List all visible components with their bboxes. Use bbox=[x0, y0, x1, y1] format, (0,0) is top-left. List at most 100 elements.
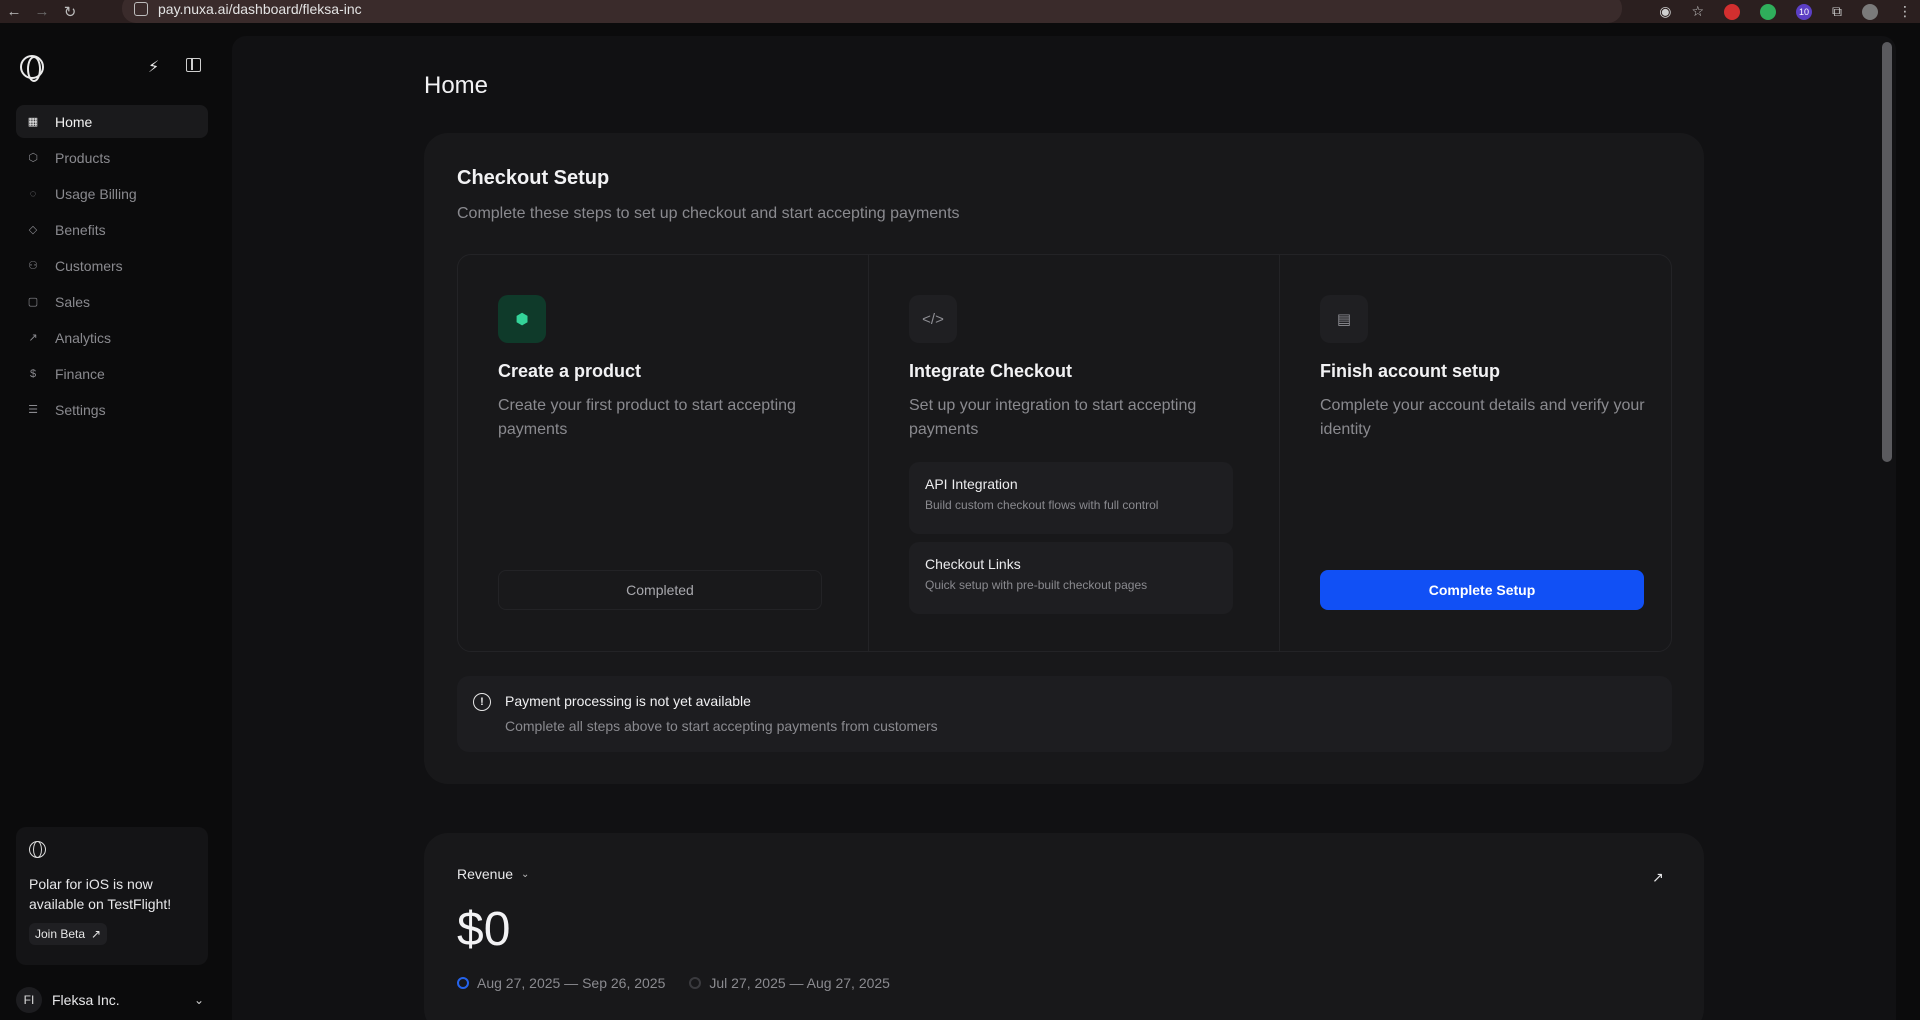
refresh-icon: ◌ bbox=[29, 187, 37, 200]
sidebar-item-label: Customers bbox=[55, 257, 123, 274]
sidebar-item-benefits[interactable]: ◇ Benefits bbox=[16, 213, 208, 246]
sidebar-item-customers[interactable]: ⚇ Customers bbox=[16, 249, 208, 282]
main-content: Home Checkout Setup Complete these steps… bbox=[232, 36, 1896, 1020]
org-switcher[interactable]: FI Fleksa Inc. ⌄ bbox=[16, 985, 208, 1015]
sidebar-item-label: Finance bbox=[55, 365, 105, 382]
card-subtitle: Complete these steps to set up checkout … bbox=[457, 205, 960, 222]
step-description: Create your first product to start accep… bbox=[498, 397, 796, 438]
legend-label: Jul 27, 2025 — Aug 27, 2025 bbox=[709, 975, 890, 991]
chevron-down-icon: ⌄ bbox=[193, 993, 204, 1007]
cube-icon: ⬢ bbox=[498, 295, 546, 343]
building-icon: ▤ bbox=[1320, 295, 1368, 343]
legend-current-period: Aug 27, 2025 — Sep 26, 2025 bbox=[457, 975, 665, 991]
extension-icon[interactable] bbox=[1760, 3, 1776, 20]
sliders-icon: ☰ bbox=[28, 404, 38, 416]
step-title: Create a product bbox=[498, 361, 642, 381]
sidebar-item-label: Benefits bbox=[55, 221, 106, 238]
metric-dropdown[interactable]: Revenue ⌄ bbox=[457, 866, 529, 882]
site-info-icon[interactable] bbox=[134, 1, 148, 16]
step-title: Finish account setup bbox=[1320, 361, 1501, 381]
sidebar-item-finance[interactable]: $ Finance bbox=[16, 357, 208, 390]
eye-icon[interactable]: ◉ bbox=[1659, 3, 1671, 20]
reload-icon[interactable]: ↻ bbox=[56, 0, 84, 23]
option-title: API Integration bbox=[925, 476, 1018, 492]
alert-circle-icon: ! bbox=[473, 693, 491, 711]
join-beta-button[interactable]: Join Beta ↗ bbox=[29, 923, 108, 945]
checkout-setup-card: Checkout Setup Complete these steps to s… bbox=[424, 133, 1704, 784]
polar-logo-icon bbox=[29, 841, 46, 858]
step-create-product: ⬢ Create a product Create your first pro… bbox=[458, 255, 868, 651]
menu-icon[interactable]: ⋮ bbox=[1898, 3, 1912, 20]
sidebar-item-settings[interactable]: ☰ Settings bbox=[16, 393, 208, 426]
revenue-value: $0 bbox=[457, 903, 511, 956]
hexagon-icon: ⬡ bbox=[28, 152, 38, 164]
step-description: Set up your integration to start accepti… bbox=[909, 397, 1197, 438]
option-title: Checkout Links bbox=[925, 556, 1021, 572]
bag-icon: ▢ bbox=[27, 296, 39, 308]
legend-previous-period: Jul 27, 2025 — Aug 27, 2025 bbox=[689, 975, 890, 991]
arrow-up-right-icon[interactable]: ↗ bbox=[1652, 869, 1664, 886]
trend-icon: ↗ bbox=[28, 332, 38, 344]
step-finish-account: ▤ Finish account setup Complete your acc… bbox=[1279, 255, 1690, 651]
setup-steps: ⬢ Create a product Create your first pro… bbox=[457, 254, 1672, 652]
notice-description: Complete all steps above to start accept… bbox=[505, 718, 938, 734]
api-integration-option[interactable]: API Integration Build custom checkout fl… bbox=[909, 462, 1233, 534]
sidebar-item-sales[interactable]: ▢ Sales bbox=[16, 285, 208, 318]
legend-label: Aug 27, 2025 — Sep 26, 2025 bbox=[477, 975, 666, 991]
puzzle-icon[interactable]: ⧉ bbox=[1832, 3, 1842, 20]
period-legend: Aug 27, 2025 — Sep 26, 2025 Jul 27, 2025… bbox=[457, 975, 890, 991]
option-description: Build custom checkout flows with full co… bbox=[925, 498, 1159, 512]
payment-notice: ! Payment processing is not yet availabl… bbox=[457, 676, 1672, 752]
address-bar[interactable]: pay.nuxa.ai/dashboard/fleksa-inc bbox=[122, 0, 1622, 23]
url-text: pay.nuxa.ai/dashboard/fleksa-inc bbox=[158, 0, 362, 17]
sidebar-item-label: Settings bbox=[55, 401, 106, 418]
checkout-links-option[interactable]: Checkout Links Quick setup with pre-buil… bbox=[909, 542, 1233, 614]
legend-dot bbox=[457, 977, 469, 989]
forward-icon[interactable]: → bbox=[28, 0, 56, 23]
avatar: FI bbox=[16, 987, 42, 1013]
sidebar-item-usage-billing[interactable]: ◌ Usage Billing bbox=[16, 177, 208, 210]
promo-text: Polar for iOS is now available on TestFl… bbox=[29, 876, 172, 912]
grid-icon: ▦ bbox=[27, 116, 39, 128]
sidebar-toggle-icon[interactable] bbox=[186, 58, 201, 72]
code-icon: </> bbox=[909, 295, 957, 343]
org-name: Fleksa Inc. bbox=[52, 992, 120, 1008]
sidebar-item-products[interactable]: ⬡ Products bbox=[16, 141, 208, 174]
revenue-card: Revenue ⌄ ↗ $0 Aug 27, 2025 — Sep 26, 20… bbox=[424, 833, 1704, 1020]
join-beta-label: Join Beta bbox=[35, 927, 86, 941]
extension-icon[interactable] bbox=[1724, 3, 1740, 20]
sidebar-item-home[interactable]: ▦ Home bbox=[16, 105, 208, 138]
back-icon[interactable]: ← bbox=[0, 0, 28, 23]
page-title: Home bbox=[424, 72, 489, 99]
dollar-icon: $ bbox=[29, 367, 37, 380]
step-title: Integrate Checkout bbox=[909, 361, 1073, 381]
users-icon: ⚇ bbox=[28, 260, 38, 272]
sidebar-item-label: Usage Billing bbox=[55, 185, 137, 202]
extension-badge[interactable]: 10 bbox=[1796, 3, 1812, 20]
star-icon[interactable]: ☆ bbox=[1691, 3, 1704, 20]
sidebar-item-analytics[interactable]: ↗ Analytics bbox=[16, 321, 208, 354]
sidebar: ⚡ ▦ Home ⬡ Products ◌ Usage Billing ◇ Benefi… bbox=[0, 23, 230, 1020]
step-integrate-checkout: </> Integrate Checkout Set up your integ… bbox=[868, 255, 1279, 651]
metric-label: Revenue bbox=[457, 866, 514, 882]
option-description: Quick setup with pre-built checkout page… bbox=[925, 578, 1148, 592]
notice-title: Payment processing is not yet available bbox=[505, 693, 751, 709]
card-title: Checkout Setup bbox=[457, 167, 610, 189]
profile-avatar[interactable] bbox=[1862, 3, 1878, 20]
browser-toolbar: ← → ↻ pay.nuxa.ai/dashboard/fleksa-inc ◉… bbox=[0, 0, 1920, 23]
sidebar-item-label: Home bbox=[55, 113, 93, 130]
sidebar-item-label: Products bbox=[55, 149, 111, 166]
diamond-icon: ◇ bbox=[28, 224, 38, 236]
bolt-icon[interactable]: ⚡ bbox=[148, 57, 159, 77]
polar-logo-icon[interactable] bbox=[20, 55, 44, 82]
sidebar-nav: ▦ Home ⬡ Products ◌ Usage Billing ◇ Benefits… bbox=[16, 105, 208, 429]
chevron-down-icon: ⌄ bbox=[521, 868, 530, 880]
complete-setup-button[interactable]: Complete Setup bbox=[1320, 570, 1644, 610]
completed-button[interactable]: Completed bbox=[498, 570, 822, 610]
scrollbar[interactable] bbox=[1882, 42, 1892, 462]
step-description: Complete your account details and verify… bbox=[1320, 397, 1645, 438]
sidebar-item-label: Sales bbox=[55, 293, 91, 310]
legend-dot bbox=[689, 977, 702, 989]
arrow-up-right-icon: ↗ bbox=[91, 927, 102, 941]
sidebar-item-label: Analytics bbox=[55, 329, 112, 346]
